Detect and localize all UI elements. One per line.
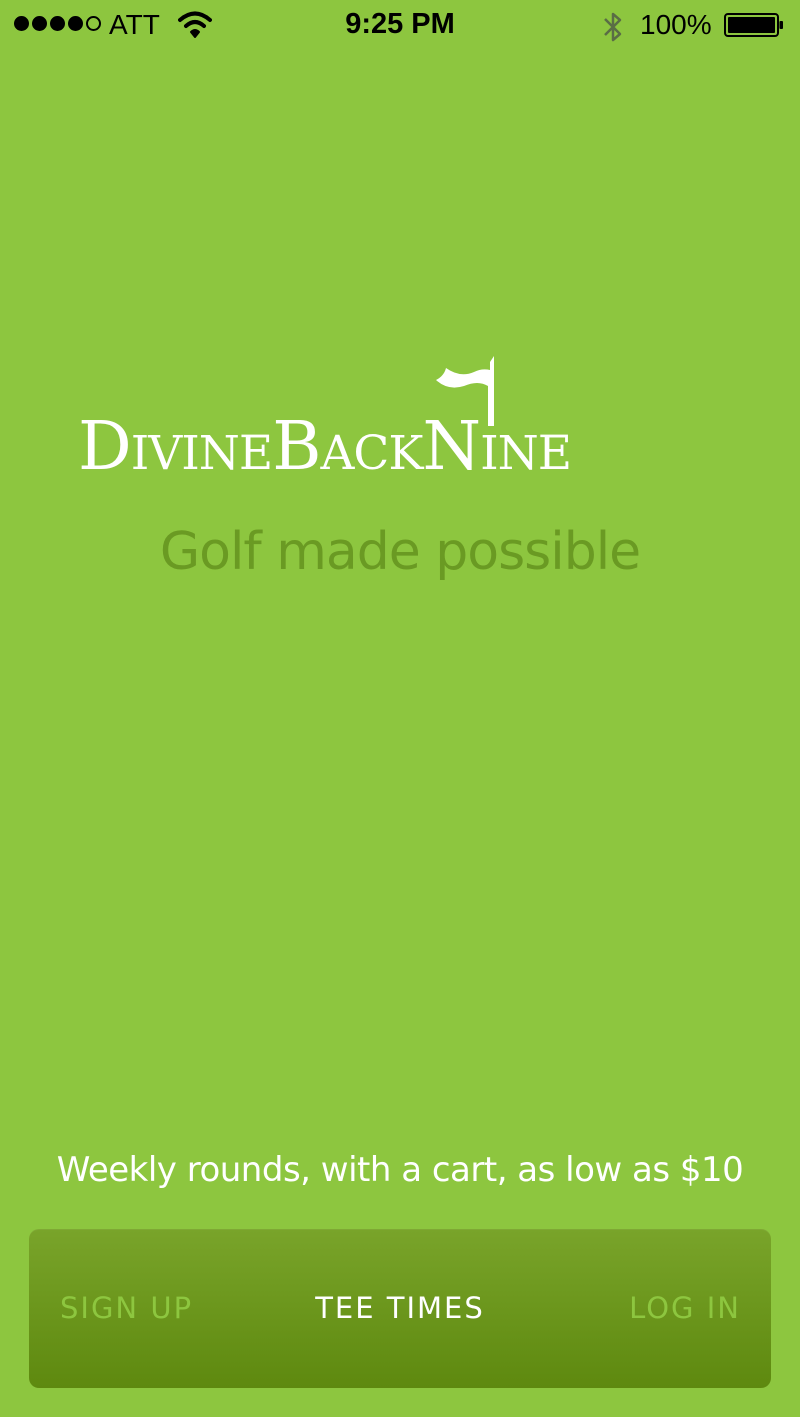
tee-times-button[interactable]: TEE TIMES [315, 1291, 485, 1325]
sign-up-button[interactable]: SIGN UP [60, 1229, 193, 1388]
status-bar: ATT 9:25 PM 100% [0, 0, 800, 52]
promo-text: Weekly rounds, with a cart, as low as $1… [56, 1150, 744, 1190]
battery-percent: 100% [640, 9, 712, 40]
bottom-nav-bar: SIGN UP TEE TIMES LOG IN [29, 1229, 771, 1388]
brand-logo: DivineBackNine [78, 350, 728, 485]
battery-icon [724, 13, 783, 37]
log-in-button[interactable]: LOG IN [629, 1229, 741, 1388]
bluetooth-icon [604, 12, 622, 42]
tagline: Golf made possible [159, 522, 641, 582]
logo-wordmark: DivineBackNine [78, 407, 572, 485]
